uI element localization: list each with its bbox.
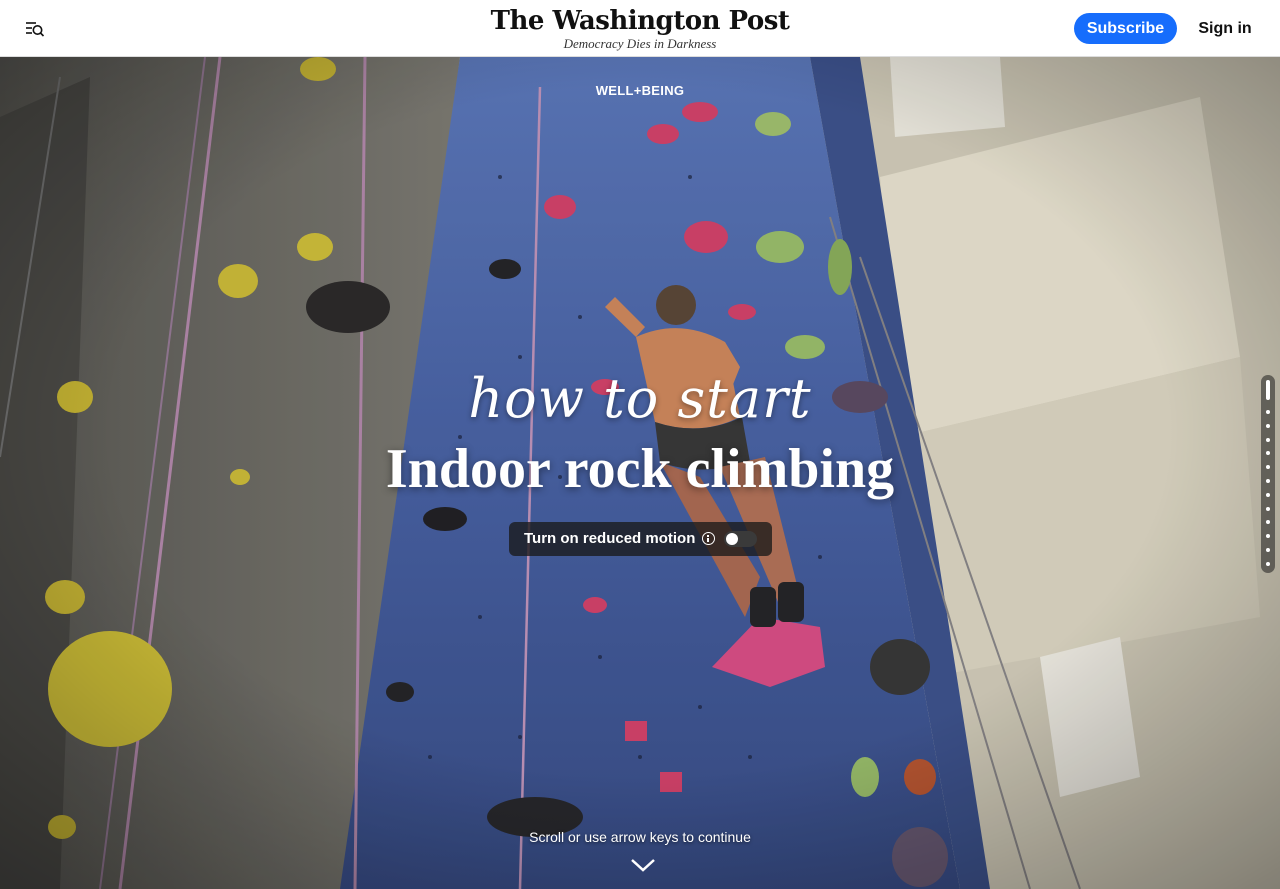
progress-dot[interactable] bbox=[1266, 451, 1270, 456]
progress-dot[interactable] bbox=[1266, 506, 1270, 511]
progress-current-section[interactable] bbox=[1266, 380, 1270, 400]
reduced-motion-label: Turn on reduced motion bbox=[524, 530, 696, 547]
progress-dot[interactable] bbox=[1266, 534, 1270, 539]
hero-section: WELL+BEING how to start Indoor rock clim… bbox=[0, 57, 1280, 889]
progress-dot[interactable] bbox=[1266, 548, 1270, 552]
scroll-hint: Scroll or use arrow keys to continue bbox=[529, 829, 751, 845]
progress-dot[interactable] bbox=[1266, 479, 1270, 483]
toggle-switch[interactable] bbox=[724, 531, 757, 547]
page-title: Indoor rock climbing bbox=[385, 438, 895, 500]
section-progress-indicator bbox=[1261, 375, 1275, 573]
progress-dot[interactable] bbox=[1266, 410, 1270, 414]
progress-dot[interactable] bbox=[1266, 437, 1270, 442]
subscribe-button[interactable]: Subscribe bbox=[1074, 13, 1177, 44]
chevron-down-icon[interactable] bbox=[630, 857, 656, 873]
script-title: how to start bbox=[468, 367, 812, 430]
section-label[interactable]: WELL+BEING bbox=[0, 83, 1280, 98]
reduced-motion-toggle[interactable]: Turn on reduced motion bbox=[509, 522, 772, 556]
progress-dot[interactable] bbox=[1266, 520, 1270, 525]
site-header: The Washington Post Democracy Dies in Da… bbox=[0, 0, 1280, 57]
progress-dot[interactable] bbox=[1266, 423, 1270, 428]
sign-in-link[interactable]: Sign in bbox=[1190, 13, 1260, 44]
progress-dot[interactable] bbox=[1266, 561, 1270, 566]
toggle-knob bbox=[726, 533, 738, 545]
info-icon[interactable] bbox=[702, 532, 715, 545]
progress-dot[interactable] bbox=[1266, 465, 1270, 470]
progress-dot[interactable] bbox=[1266, 492, 1270, 497]
